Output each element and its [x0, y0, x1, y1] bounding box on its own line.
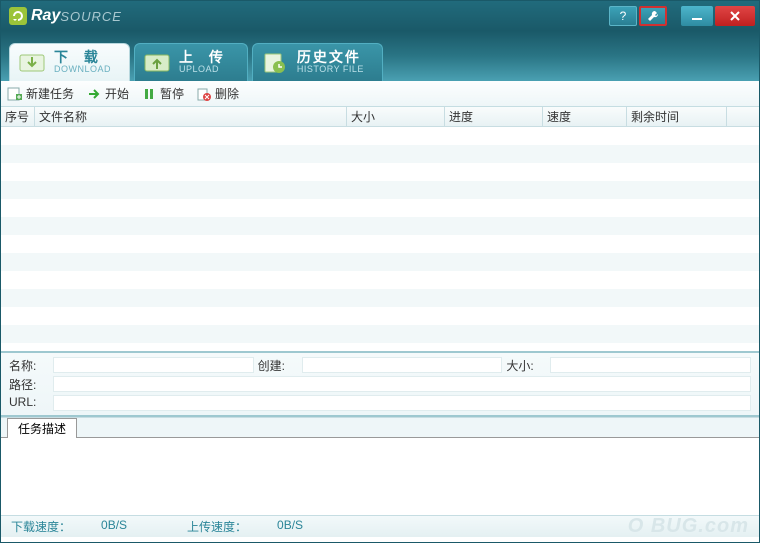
tab-upload[interactable]: 上 传 UPLOAD	[134, 43, 248, 81]
new-task-label: 新建任务	[26, 85, 74, 102]
wrench-icon	[646, 9, 660, 23]
detail-size-value	[550, 357, 751, 373]
table-row	[1, 217, 759, 235]
detail-path-label: 路径:	[9, 376, 49, 393]
logo-icon	[9, 7, 27, 25]
start-button[interactable]: 开始	[86, 85, 129, 102]
start-label: 开始	[105, 85, 129, 102]
table-row	[1, 127, 759, 145]
col-filename[interactable]: 文件名称	[35, 107, 347, 126]
status-down-value: 0B/S	[101, 518, 127, 535]
table-row	[1, 307, 759, 325]
help-button[interactable]: ?	[609, 6, 637, 26]
detail-name-value	[53, 357, 254, 373]
table-row	[1, 163, 759, 181]
detail-path-value	[53, 376, 751, 392]
minimize-icon	[690, 9, 704, 23]
close-button[interactable]	[715, 6, 755, 26]
settings-button[interactable]	[639, 6, 667, 26]
tab-download-sub: DOWNLOAD	[54, 65, 111, 75]
table-header: 序号 文件名称 大小 进度 速度 剩余时间	[1, 107, 759, 127]
details-panel: 名称: 创建: 大小: 路径: URL:	[1, 351, 759, 417]
tab-upload-title: 上 传	[179, 50, 229, 65]
close-icon	[728, 9, 742, 23]
start-icon	[86, 86, 102, 102]
status-down-label: 下载速度：	[11, 518, 71, 535]
status-up-label: 上传速度：	[187, 518, 247, 535]
new-task-button[interactable]: 新建任务	[7, 85, 74, 102]
new-task-icon	[7, 86, 23, 102]
table-row	[1, 289, 759, 307]
table-row	[1, 235, 759, 253]
minimize-button[interactable]	[681, 6, 713, 26]
tab-task-description[interactable]: 任务描述	[7, 418, 77, 438]
tab-history-title: 历史文件	[297, 50, 364, 65]
pause-label: 暂停	[160, 85, 184, 102]
title-bar: RaySOURCE ?	[1, 1, 759, 31]
delete-button[interactable]: 删除	[196, 85, 239, 102]
logo-text-bold: Ray	[31, 7, 60, 25]
download-icon	[18, 51, 46, 75]
delete-icon	[196, 86, 212, 102]
table-row	[1, 343, 759, 351]
tab-download-title: 下 载	[54, 50, 111, 65]
detail-url-value	[53, 395, 751, 411]
toolbar: 新建任务 开始 暂停 删除	[1, 81, 759, 107]
table-row	[1, 181, 759, 199]
col-remaining[interactable]: 剩余时间	[627, 107, 727, 126]
col-progress[interactable]: 进度	[445, 107, 543, 126]
pause-icon	[141, 86, 157, 102]
pause-button[interactable]: 暂停	[141, 85, 184, 102]
history-icon	[261, 51, 289, 75]
tab-upload-sub: UPLOAD	[179, 65, 229, 75]
main-tabs: 下 载 DOWNLOAD 上 传 UPLOAD 历史文件 HISTORY FIL…	[1, 31, 759, 81]
detail-size-label: 大小:	[506, 357, 546, 374]
detail-name-label: 名称:	[9, 357, 49, 374]
table-body[interactable]	[1, 127, 759, 351]
detail-created-value	[302, 357, 503, 373]
col-seq[interactable]: 序号	[1, 107, 35, 126]
tab-download[interactable]: 下 载 DOWNLOAD	[9, 43, 130, 81]
description-body	[1, 437, 759, 515]
upload-icon	[143, 51, 171, 75]
delete-label: 删除	[215, 85, 239, 102]
table-row	[1, 271, 759, 289]
description-tabs: 任务描述	[1, 417, 759, 437]
table-row	[1, 199, 759, 217]
tab-history-sub: HISTORY FILE	[297, 65, 364, 75]
status-bar: 下载速度： 0B/S 上传速度： 0B/S	[1, 515, 759, 537]
col-speed[interactable]: 速度	[543, 107, 627, 126]
col-spacer	[727, 107, 759, 126]
detail-url-label: URL:	[9, 395, 49, 411]
table-row	[1, 325, 759, 343]
status-up-value: 0B/S	[277, 518, 303, 535]
table-row	[1, 253, 759, 271]
table-row	[1, 145, 759, 163]
col-size[interactable]: 大小	[347, 107, 445, 126]
tab-history[interactable]: 历史文件 HISTORY FILE	[252, 43, 383, 81]
help-icon: ?	[620, 9, 627, 23]
logo-text-light: SOURCE	[60, 9, 122, 24]
detail-created-label: 创建:	[258, 357, 298, 374]
app-logo: RaySOURCE	[9, 7, 122, 25]
